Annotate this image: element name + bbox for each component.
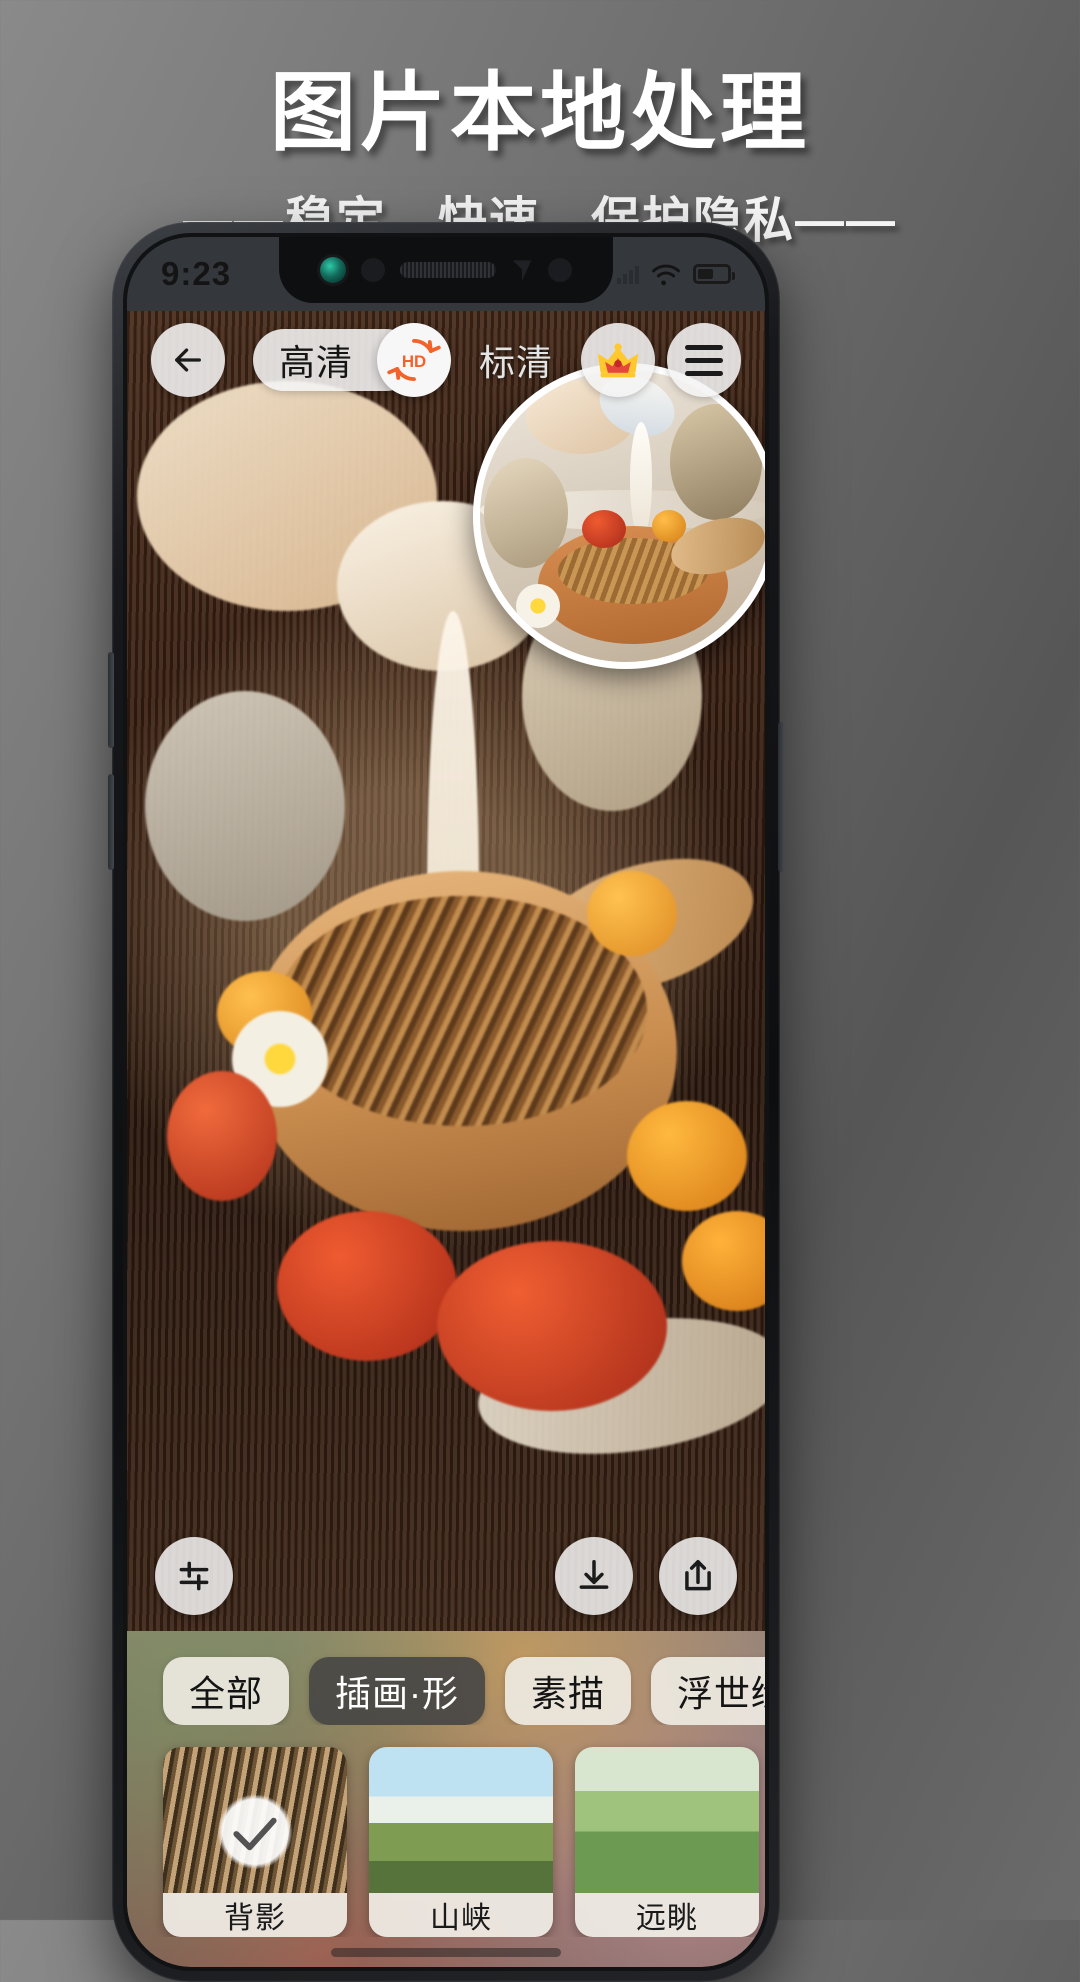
hamburger-menu-icon (685, 344, 723, 376)
canvas-right-actions (555, 1537, 737, 1615)
thumbnail-label: 山峡 (369, 1893, 553, 1937)
chip-ukiyoe[interactable]: 浮世绘 (651, 1657, 765, 1725)
back-arrow-icon (175, 348, 201, 372)
chip-label: 浮世绘 (677, 1673, 765, 1714)
top-toolbar: 高清 HD 标清 (127, 323, 765, 397)
quality-hd-label: 高清 (278, 342, 353, 383)
style-thumb-yuantiao[interactable]: 远眺 (575, 1747, 759, 1937)
hd-badge-icon: HD (387, 338, 441, 382)
thumbnail-image (575, 1747, 759, 1893)
compare-button[interactable] (155, 1537, 233, 1615)
share-icon (685, 1560, 711, 1591)
back-button[interactable] (151, 323, 225, 397)
status-time: 9:23 (161, 255, 232, 292)
quality-sd-label[interactable]: 标清 (479, 334, 553, 386)
phone-mockup: 9:23 高清 HD 标清 全部 插画·形 素描 浮世 背影 山峡 远眺 (108, 222, 784, 1982)
chip-label: 插画·形 (335, 1673, 460, 1714)
style-panel: 全部 插画·形 素描 浮世绘 版画 水 背影 (127, 1631, 765, 1967)
promo-header: 图片本地处理 ——稳定、快速、保护隐私—— (0, 0, 1080, 252)
front-camera-icon (320, 257, 346, 283)
battery-icon (693, 264, 735, 284)
thumbnail-image (369, 1747, 553, 1893)
quality-hd-knob[interactable]: HD (377, 323, 451, 397)
style-thumb-beiying[interactable]: 背影 (163, 1747, 347, 1937)
share-button[interactable] (659, 1537, 737, 1615)
canvas-action-bar (127, 1537, 765, 1615)
svg-text:HD: HD (402, 352, 426, 371)
signal-icon (617, 264, 639, 284)
ambient-sensor-icon (548, 258, 572, 282)
thumbnail-label: 背影 (163, 1893, 347, 1937)
menu-button[interactable] (667, 323, 741, 397)
volume-down-button[interactable] (108, 774, 114, 870)
adjust-sliders-icon (179, 1561, 209, 1591)
status-indicators (617, 261, 735, 287)
page-title: 图片本地处理 (270, 65, 810, 161)
chip-label: 素描 (531, 1673, 606, 1714)
chip-illustration[interactable]: 插画·形 (309, 1657, 486, 1725)
chip-all[interactable]: 全部 (163, 1657, 290, 1725)
download-button[interactable] (555, 1537, 633, 1615)
thumbnail-label: 远眺 (575, 1893, 759, 1937)
proximity-sensor-icon (361, 258, 385, 282)
chip-label: 全部 (189, 1673, 264, 1714)
zoom-loupe-preview[interactable] (473, 363, 765, 669)
download-icon (579, 1560, 609, 1589)
check-icon (233, 1818, 277, 1851)
home-indicator[interactable] (331, 1948, 561, 1957)
phone-bezel: 9:23 高清 HD 标清 全部 插画·形 素描 浮世 背影 山峡 远眺 (123, 233, 769, 1971)
style-thumbnail-list: 背影 山峡 远眺 (127, 1725, 765, 1937)
phone-notch (279, 237, 613, 303)
earpiece-speaker-icon (400, 262, 496, 278)
phone-screen: 9:23 高清 HD 标清 全部 插画·形 素描 浮世 背影 山峡 远眺 (127, 237, 765, 1967)
wifi-icon (652, 264, 680, 286)
chip-sketch[interactable]: 素描 (505, 1657, 632, 1725)
style-thumb-shanxia[interactable]: 山峡 (369, 1747, 553, 1937)
quality-toggle[interactable]: 高清 HD 标清 (237, 323, 569, 397)
face-sensor-icon (512, 260, 532, 281)
style-category-tabs: 全部 插画·形 素描 浮世绘 版画 水 (127, 1631, 765, 1725)
power-button[interactable] (778, 722, 784, 872)
vip-button[interactable] (581, 323, 655, 397)
crown-icon (597, 343, 639, 378)
volume-up-button[interactable] (108, 652, 114, 748)
